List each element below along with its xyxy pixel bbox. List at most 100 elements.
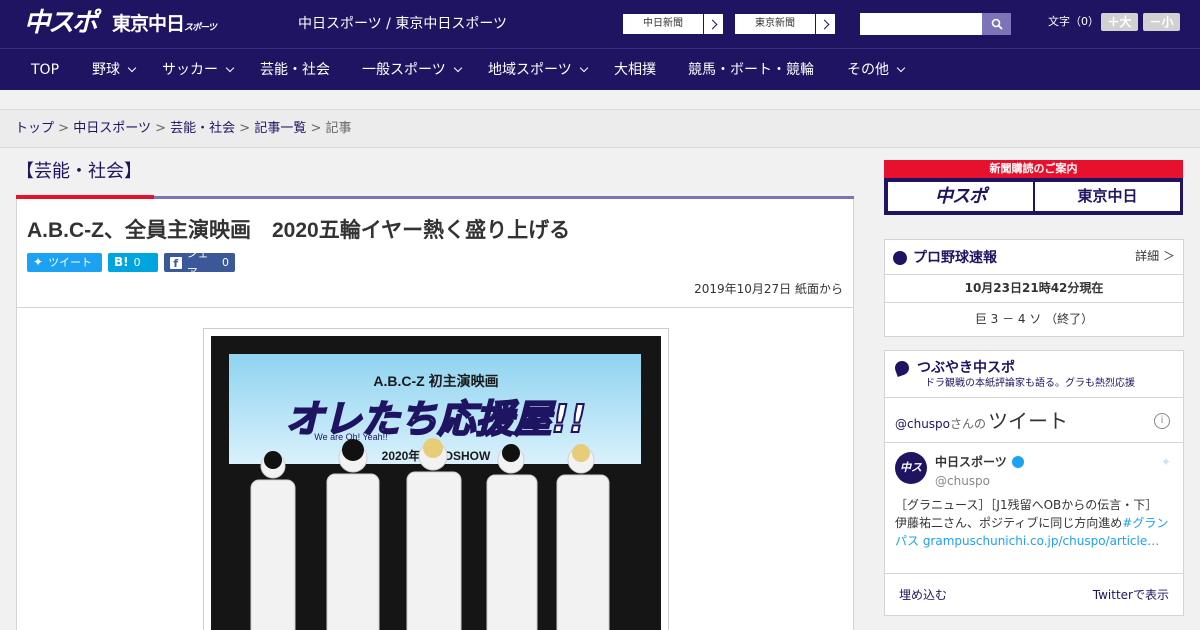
breadcrumb-top[interactable]: トップ: [15, 121, 54, 136]
nav-sumo[interactable]: 大相撲: [614, 49, 656, 91]
tokyo-chunichi-logo[interactable]: 東京中日スポーツ: [112, 12, 217, 40]
verified-badge-icon: [1011, 456, 1024, 468]
font-smaller-button[interactable]: －小: [1143, 13, 1180, 31]
baseball-update-time: 10月23日21時42分現在: [964, 281, 1104, 295]
chevron-right-icon: [815, 14, 835, 34]
nav-label: 一般スポーツ: [362, 62, 446, 78]
widget-title-label: つぶやき中スポ: [917, 360, 1015, 376]
subscribe-chuspo-button[interactable]: 中スポ: [888, 182, 1033, 211]
hatena-bookmark-button[interactable]: B! 0: [108, 253, 158, 272]
nav-soccer[interactable]: サッカー: [162, 49, 235, 91]
timeline-tweet-word: ツイート: [988, 409, 1069, 433]
twitter-widget-subtitle: ドラ観戦の本紙評論家も語る。グラも熱烈応援: [925, 378, 1135, 389]
subscribe-tokyo-button[interactable]: 東京中日: [1035, 182, 1180, 211]
facebook-share-button[interactable]: f シェア 0: [164, 247, 235, 279]
baseball-score-row[interactable]: 巨 3 － 4 ソ （終了）: [885, 311, 1183, 327]
site-name: 中日スポーツ / 東京中日スポーツ: [298, 16, 508, 32]
widget-divider: [885, 442, 1183, 443]
tokyo-logo-small: スポーツ: [184, 23, 217, 33]
timeline-san: さんの: [950, 417, 987, 431]
avatar[interactable]: 中スポ: [895, 452, 927, 506]
tweet-hashtag-link[interactable]: #グラン: [1122, 516, 1168, 530]
twitter-bird-icon[interactable]: ✦: [1161, 455, 1171, 469]
nav-label: 地域スポーツ: [488, 62, 572, 78]
nav-label: その他: [847, 62, 889, 78]
nav-racing[interactable]: 競馬・ボート・競輪: [688, 49, 814, 91]
widget-divider: [885, 302, 1183, 303]
nav-other[interactable]: その他: [847, 49, 906, 91]
breadcrumb-chuspo[interactable]: 中日スポーツ: [73, 121, 151, 136]
twitter-bird-icon: ✦: [33, 255, 44, 269]
tweet-url-link[interactable]: パス grampuschunichi.co.jp/chuspo/article…: [895, 532, 1175, 550]
breadcrumb-sep: >: [239, 121, 251, 136]
article-date: 2019年10月27日 紙面から: [694, 282, 843, 296]
megaphone-icon: [893, 359, 911, 377]
twitter-share-button[interactable]: ✦ ツイート: [27, 253, 102, 272]
widget-divider: [885, 397, 1183, 398]
chevron-down-icon: [579, 63, 588, 73]
breadcrumb-entertainment[interactable]: 芸能・社会: [170, 121, 235, 136]
tweet-account-handle[interactable]: @chuspo: [935, 473, 990, 489]
nav-label: TOP: [31, 62, 60, 78]
section-title: 【芸能・社会】: [16, 161, 142, 182]
nav-baseball[interactable]: 野球: [92, 49, 137, 91]
view-on-twitter-link[interactable]: Twitterで表示: [1093, 587, 1169, 603]
hatena-icon: B!: [114, 255, 129, 269]
share-count: 0: [222, 256, 229, 269]
ext-link-label: 東京新聞: [755, 18, 795, 29]
article-photo-frame: A.B.C-Z 初主演映画 オレたち応援屋!! We are Oh! Yeah!…: [203, 328, 669, 630]
chuspo-logo[interactable]: 中スポ: [24, 8, 98, 38]
widget-divider: [885, 274, 1183, 275]
twitter-widget-title: つぶやき中スポ: [893, 359, 1015, 377]
tokyo-shimbun-link[interactable]: 東京新聞: [734, 13, 836, 35]
font-size-label: 文字（0）: [1048, 15, 1099, 28]
nav-entertainment[interactable]: 芸能・社会: [260, 49, 330, 91]
chevron-down-icon: [896, 63, 906, 73]
timeline-handle[interactable]: @chuspo: [895, 410, 950, 438]
subscription-title: 新聞購読のご案内: [884, 160, 1183, 178]
breadcrumb-sep: >: [155, 121, 166, 136]
account-name-label: 中日スポーツ: [935, 455, 1007, 469]
embed-link[interactable]: 埋め込む: [899, 587, 947, 603]
font-larger-button[interactable]: ＋大: [1101, 13, 1138, 31]
subscription-banner[interactable]: 新聞購読のご案内 中スポ 東京中日: [884, 160, 1183, 215]
tokyo-logo-text: 東京中日: [112, 13, 185, 35]
breadcrumb-current: 記事: [325, 121, 352, 136]
share-count: 0: [133, 256, 141, 269]
article-body: A.B.C-Z、全員主演映画 2020五輪イヤー熱く盛り上げる ✦ ツイート B…: [16, 199, 854, 630]
breadcrumb-sep: >: [310, 121, 322, 136]
search-icon: [991, 18, 1003, 30]
widget-title-label: プロ野球速報: [913, 250, 997, 266]
search-button[interactable]: [982, 13, 1011, 35]
ext-link-label: 中日新聞: [643, 18, 683, 29]
nav-local-sports[interactable]: 地域スポーツ: [488, 49, 588, 91]
share-label: ツイート: [48, 256, 93, 269]
nav-label: 大相撲: [614, 62, 656, 78]
baseball-score-widget: プロ野球速報 詳細 ＞ 10月23日21時42分現在 巨 3 － 4 ソ （終了…: [884, 239, 1184, 337]
share-label: シェア: [186, 246, 209, 279]
tweet-line: ［グラニュース］［J1残留へOBからの伝言・下］: [895, 498, 1158, 512]
twitter-widget: つぶやき中スポ ドラ観戦の本紙評論家も語る。グラも熱烈応援 @chuspo さん…: [884, 350, 1184, 616]
nav-top[interactable]: TOP: [31, 49, 59, 91]
nav-general-sports[interactable]: 一般スポーツ: [362, 49, 462, 91]
article-photo[interactable]: A.B.C-Z 初主演映画 オレたち応援屋!! We are Oh! Yeah!…: [211, 336, 661, 630]
tweet-plain: 伊藤祐二さん、ポジティブに同じ方向進め: [895, 516, 1123, 530]
info-icon[interactable]: i: [1154, 413, 1170, 429]
chunichi-shimbun-link[interactable]: 中日新聞: [622, 13, 724, 35]
baseball-detail-link[interactable]: 詳細 ＞: [1135, 248, 1175, 264]
nav-label: 芸能・社会: [260, 62, 330, 78]
main-nav: TOP 野球 サッカー 芸能・社会 一般スポーツ 地域スポーツ 大相撲 競馬・ボ…: [0, 48, 1200, 90]
breadcrumb-sep: >: [58, 121, 70, 136]
tweet-account-name[interactable]: 中日スポーツ: [935, 454, 1024, 470]
breadcrumb-article-list[interactable]: 記事一覧: [254, 121, 306, 136]
search-input[interactable]: [860, 13, 982, 35]
article-divider: [17, 307, 853, 308]
chevron-down-icon: [225, 63, 235, 73]
top-header: 中スポ 東京中日スポーツ 中日スポーツ / 東京中日スポーツ 中日新聞 東京新聞…: [0, 0, 1200, 48]
widget-divider: [885, 573, 1183, 574]
article-title: A.B.C-Z、全員主演映画 2020五輪イヤー熱く盛り上げる: [27, 219, 571, 242]
chevron-right-icon: [703, 14, 723, 34]
tweet-line: 伊藤祐二さん、ポジティブに同じ方向進め#グラン: [895, 514, 1175, 532]
nav-label: サッカー: [162, 62, 218, 78]
header-spacer: [0, 90, 1200, 110]
